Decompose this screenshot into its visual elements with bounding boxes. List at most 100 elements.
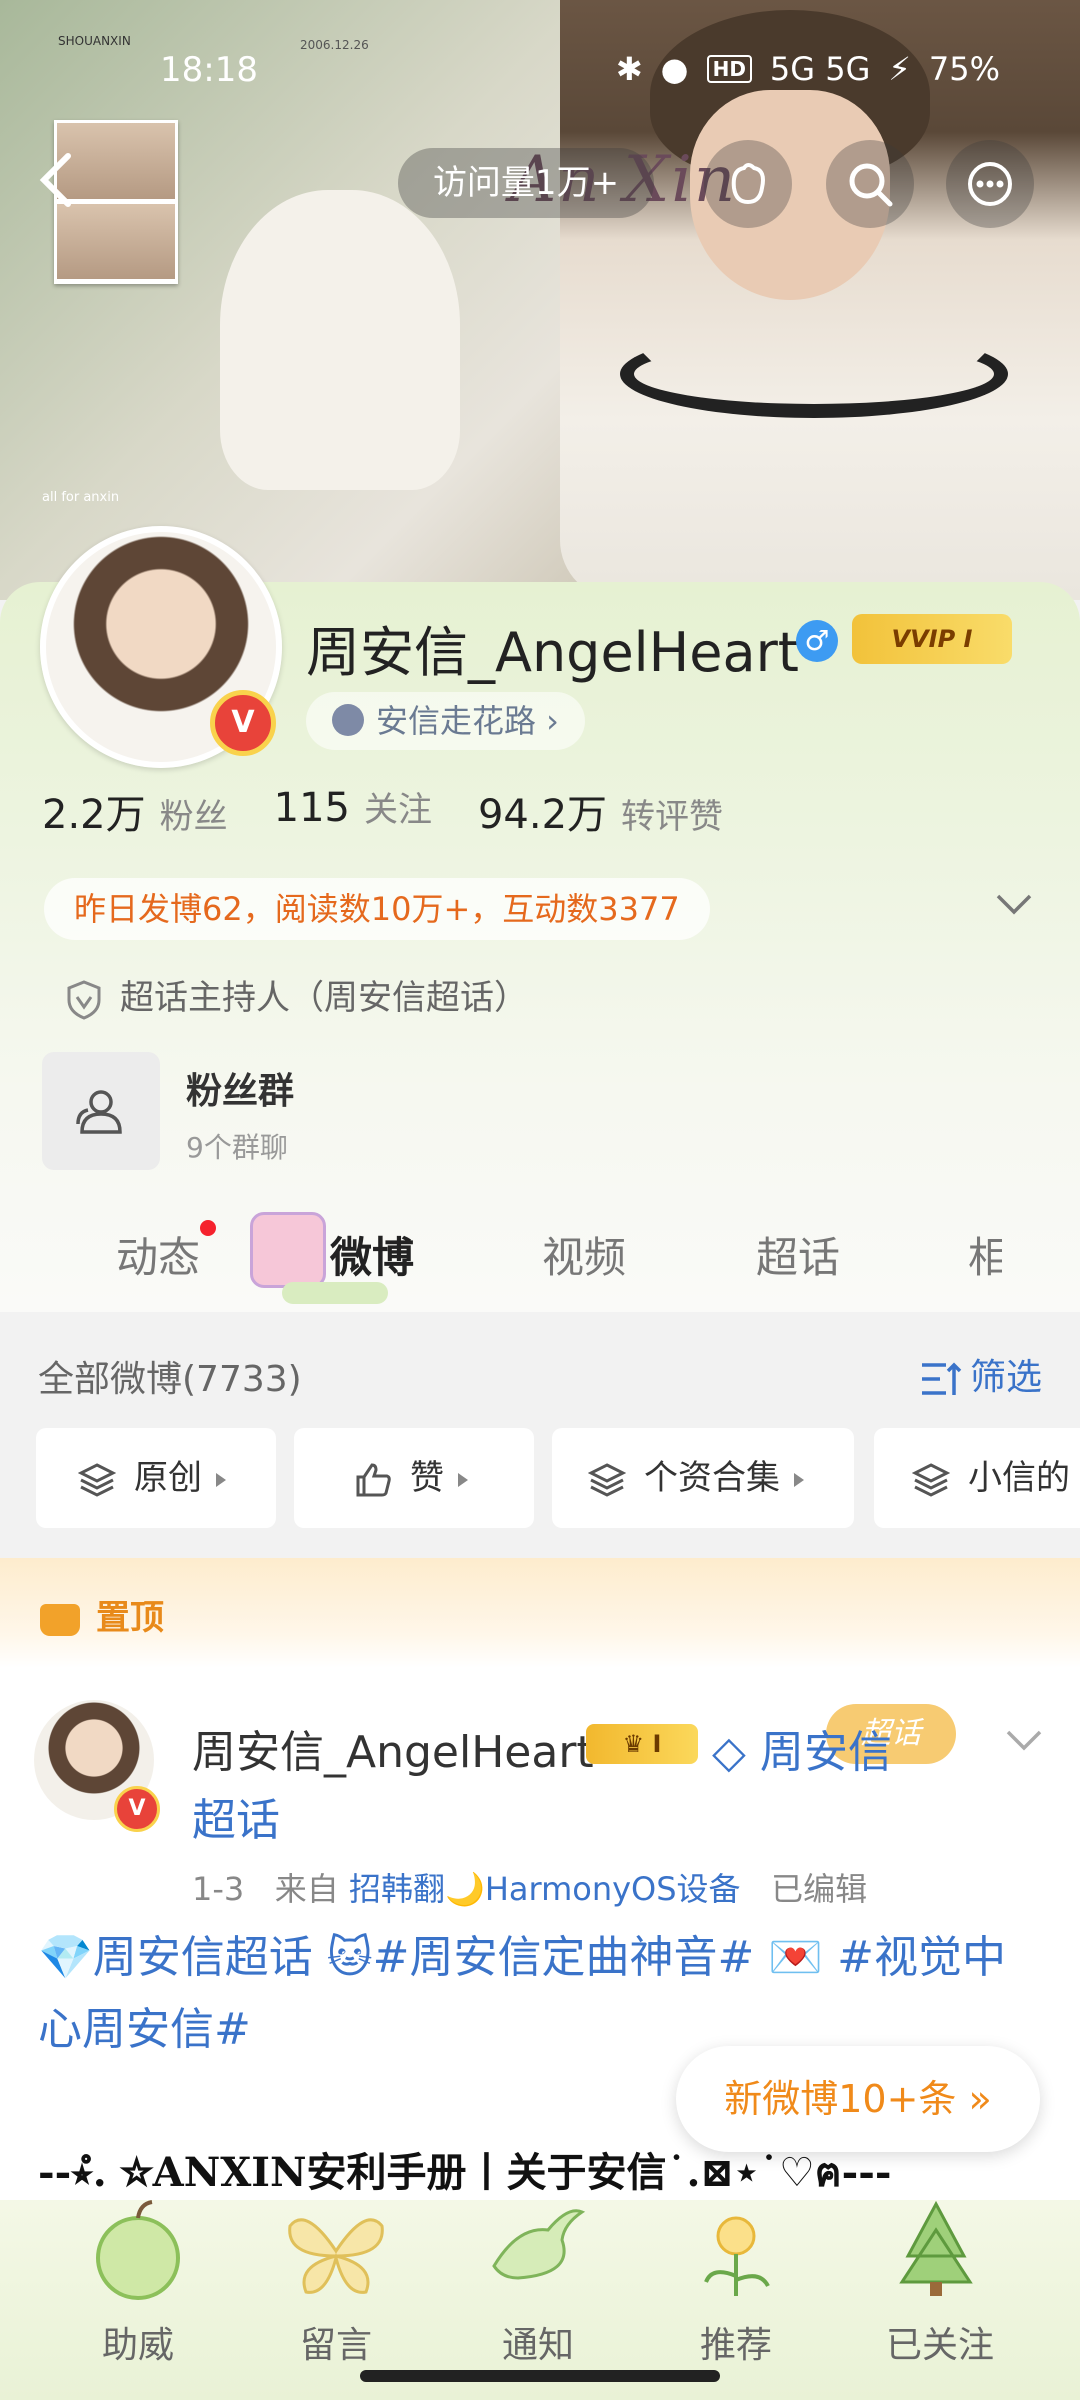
bottom-nav-messages[interactable]: 留言 xyxy=(256,2316,416,2368)
crown-icon xyxy=(40,1603,80,1636)
stat-label: 关注 xyxy=(363,790,432,830)
tab-dynamics[interactable]: 动态 xyxy=(116,1220,217,1285)
host-role-label: 超话主持人（周安信超话） xyxy=(120,978,528,1018)
more-button[interactable] xyxy=(946,140,1034,228)
layers-icon xyxy=(911,1462,951,1497)
bottom-nav-cheer[interactable]: 助威 xyxy=(58,2316,218,2368)
banner-figure xyxy=(220,190,460,490)
bottom-nav-recommended[interactable]: 推荐 xyxy=(656,2316,816,2368)
stat-value: 2.2万 xyxy=(42,792,146,838)
tab-label: 微博 xyxy=(330,1233,415,1282)
bottom-nav-following[interactable]: 已关注 xyxy=(860,2316,1020,2368)
post-meta: 1-3 来自 招韩翻🌙HarmonyOS设备 已编辑 xyxy=(192,1864,867,1910)
battery-level: 75% xyxy=(928,50,1000,88)
chip-label: 原创 xyxy=(134,1458,202,1498)
profile-stats: 2.2万 粉丝 115 关注 94.2万 转评赞 xyxy=(42,782,723,840)
tab-albums[interactable]: 相 xyxy=(968,1224,1002,1285)
caret-right-icon xyxy=(794,1472,804,1487)
gender-male-icon: ♂ xyxy=(796,620,838,662)
post-body[interactable]: 💎周安信超话 🐱#周安信定曲神音# 💌 #视觉中心周安信# xyxy=(38,1922,1048,2066)
post-edited: 已编辑 xyxy=(771,1870,868,1908)
fan-group-icon-box[interactable] xyxy=(42,1052,160,1170)
notification-dot xyxy=(200,1220,217,1236)
activity-summary[interactable]: 昨日发博62，阅读数10万+，互动数3377 xyxy=(44,878,710,940)
post-date: 1-3 xyxy=(192,1870,245,1908)
tab-weibo[interactable]: 微博 xyxy=(330,1224,414,1285)
profile-tabs: 动态 微博 视频 超话 相 xyxy=(0,1212,1080,1312)
more-icon xyxy=(968,162,1012,206)
tree-icon xyxy=(876,2196,996,2306)
bottom-nav-notifications[interactable]: 通知 xyxy=(458,2316,618,2368)
chevron-down-icon xyxy=(996,894,1032,915)
stat-value: 115 xyxy=(273,785,350,831)
profile-name: 周安信_AngelHeart xyxy=(306,621,799,684)
back-button[interactable] xyxy=(34,150,78,210)
post-menu-button[interactable] xyxy=(1004,1728,1044,1756)
stat-value: 94.2万 xyxy=(477,792,608,838)
fan-group-subtitle: 9个群聊 xyxy=(186,1131,288,1164)
banner-collar xyxy=(620,330,1008,418)
caret-right-icon xyxy=(458,1472,468,1487)
apple-icon xyxy=(78,2196,198,2306)
chip-likes[interactable]: 赞 xyxy=(294,1428,534,1528)
new-posts-button[interactable]: 新微博10+条 » xyxy=(676,2046,1040,2152)
chip-collections[interactable]: 个资合集 xyxy=(552,1428,854,1528)
fan-group-title[interactable]: 粉丝群 xyxy=(186,1062,294,1114)
pinned-label: 置顶 xyxy=(40,1590,164,1639)
post-supertopic-link-cont[interactable]: 超话 xyxy=(192,1784,280,1848)
vvip-badge[interactable]: VVIP I xyxy=(852,614,1012,664)
search-icon xyxy=(849,163,893,207)
search-button[interactable] xyxy=(826,140,914,228)
tab-label: 超话 xyxy=(756,1233,841,1282)
post-supertopic-link[interactable]: ◇ 周安信 xyxy=(712,1716,892,1780)
flower-icon xyxy=(676,2196,796,2306)
verified-badge: V xyxy=(210,690,276,756)
expand-button[interactable] xyxy=(994,892,1034,920)
status-bar: 18:18 ✱ ● HD 5G 5G ⚡ 75% xyxy=(0,0,1080,130)
fan-level-badge: ♛ I xyxy=(586,1724,698,1764)
status-time: 18:18 xyxy=(160,50,258,90)
all-posts-count: 全部微博(7733) xyxy=(38,1359,302,1400)
thumbs-up-icon xyxy=(356,1462,391,1496)
tag-pill[interactable]: 安信走花路 › xyxy=(306,692,585,750)
chip-label: 小信的 xyxy=(968,1458,1070,1498)
tab-supertopic[interactable]: 超话 xyxy=(756,1224,840,1285)
layers-icon xyxy=(77,1462,117,1497)
post-from: 来自 xyxy=(274,1870,339,1908)
topic-text: 周安信 xyxy=(759,1727,892,1778)
status-icons: ✱ ● HD 5G 5G ⚡ 75% xyxy=(616,50,1000,88)
tab-label: 相 xyxy=(968,1233,1002,1282)
tab-label: 视频 xyxy=(542,1233,627,1282)
tab-videos[interactable]: 视频 xyxy=(542,1224,626,1285)
filter-icon xyxy=(921,1362,962,1395)
post-source-link[interactable]: 招韩翻🌙HarmonyOS设备 xyxy=(349,1870,741,1908)
mascot-button[interactable] xyxy=(704,140,792,228)
stat-interactions[interactable]: 94.2万 转评赞 xyxy=(478,782,723,840)
users-icon xyxy=(76,1090,122,1134)
visits-counter[interactable]: 访问量1万+ xyxy=(398,148,654,218)
stat-fans[interactable]: 2.2万 粉丝 xyxy=(42,782,228,840)
chip-label: 个资合集 xyxy=(644,1458,780,1498)
chip-original[interactable]: 原创 xyxy=(36,1428,276,1528)
stat-following[interactable]: 115 关注 xyxy=(274,782,432,840)
chevron-down-icon xyxy=(1006,1730,1042,1751)
filter-button[interactable]: 筛选 xyxy=(920,1348,1042,1400)
home-indicator[interactable] xyxy=(360,2370,720,2382)
filter-label: 筛选 xyxy=(969,1357,1042,1398)
stat-label: 转评赞 xyxy=(621,797,724,837)
butterfly-icon xyxy=(276,2196,396,2306)
charging-icon: ⚡ xyxy=(888,50,911,88)
location-icon: ● xyxy=(660,50,689,88)
tab-label: 动态 xyxy=(116,1233,201,1282)
post-author[interactable]: 周安信_AngelHeart xyxy=(192,1716,594,1780)
cat-icon xyxy=(332,704,364,736)
hd-icon: HD xyxy=(706,55,752,83)
banner-caption-bottom: all for anxin xyxy=(42,490,120,505)
fan-level-text: I xyxy=(652,1730,662,1758)
bird-icon xyxy=(478,2196,598,2306)
host-role[interactable]: 超话主持人（周安信超话） xyxy=(66,970,528,1020)
chip-xiaoxin[interactable]: 小信的 xyxy=(874,1428,1080,1528)
tag-pill-label: 安信走花路 › xyxy=(376,702,559,740)
chip-label: 赞 xyxy=(410,1458,444,1498)
bluetooth-icon: ✱ xyxy=(615,50,643,88)
